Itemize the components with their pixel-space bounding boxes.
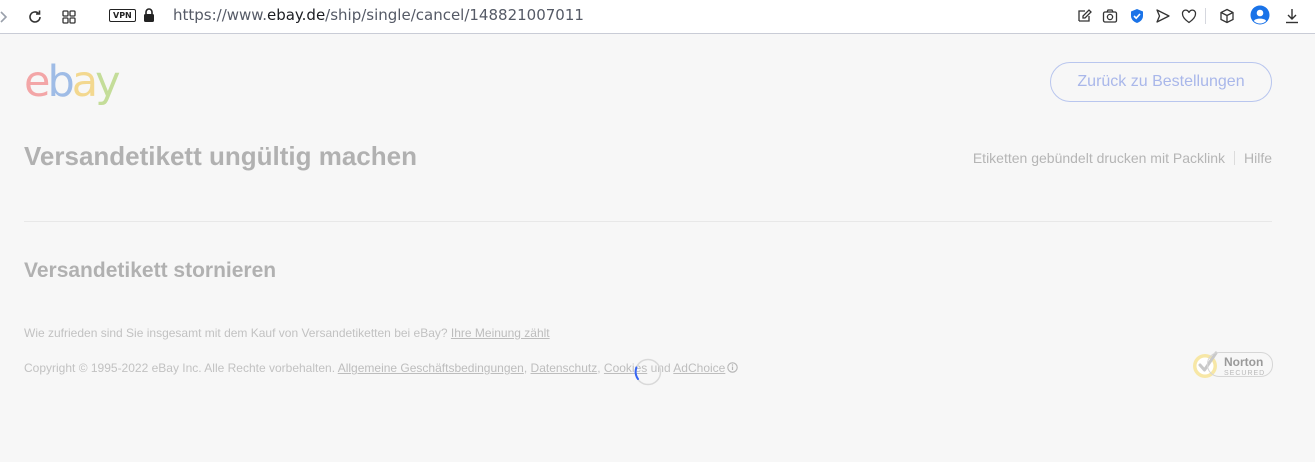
info-icon[interactable] <box>727 362 739 376</box>
camera-icon[interactable] <box>1101 7 1119 25</box>
copyright-line: Copyright © 1995-2022 eBay Inc. Alle Rec… <box>24 361 739 376</box>
send-icon[interactable] <box>1154 7 1172 25</box>
reload-icon[interactable] <box>25 7 45 27</box>
shield-check-icon[interactable] <box>1128 7 1146 25</box>
packlink-link[interactable]: Etiketten gebündelt drucken mit Packlink <box>973 150 1225 166</box>
page-title: Versandetikett ungültig machen <box>24 141 417 171</box>
url-prefix: https://www. <box>173 6 267 24</box>
help-link[interactable]: Hilfe <box>1244 150 1272 166</box>
vpn-badge[interactable]: VPN <box>109 9 136 22</box>
toolbar-divider <box>1205 8 1206 24</box>
ebay-logo[interactable]: ebay <box>24 57 121 107</box>
cube-icon[interactable] <box>1218 7 1236 25</box>
terms-link[interactable]: Allgemeine Geschäftsbedingungen <box>338 361 524 375</box>
logo-letter-b: b <box>47 57 74 107</box>
section-divider <box>24 221 1272 222</box>
survey-line: Wie zufrieden sind Sie insgesamt mit dem… <box>24 326 550 340</box>
survey-text: Wie zufrieden sind Sie insgesamt mit dem… <box>24 326 451 340</box>
section-title: Versandetikett stornieren <box>24 259 277 282</box>
copyright-text: Copyright © 1995-2022 eBay Inc. Alle Rec… <box>24 361 338 375</box>
link-divider <box>1233 151 1235 165</box>
edit-icon[interactable] <box>1075 7 1093 25</box>
logo-letter-y: y <box>95 57 121 107</box>
privacy-link[interactable]: Datenschutz <box>531 361 598 375</box>
logo-letter-a: a <box>71 57 98 107</box>
separator: , <box>523 361 531 375</box>
browser-toolbar: VPN https://www.ebay.de/ship/single/canc… <box>0 0 1315 34</box>
top-links: Etiketten gebündelt drucken mit Packlink… <box>973 150 1272 166</box>
url-path: /ship/single/cancel/148821007011 <box>325 6 584 24</box>
separator: , <box>597 361 604 375</box>
apps-grid-icon[interactable] <box>59 7 79 27</box>
page-content: ebay Zurück zu Bestellungen Versandetike… <box>0 35 1315 462</box>
download-icon[interactable] <box>1283 7 1301 25</box>
loading-spinner <box>634 358 662 391</box>
lock-icon[interactable] <box>143 8 155 28</box>
logo-letter-e: e <box>24 57 51 107</box>
address-bar[interactable]: https://www.ebay.de/ship/single/cancel/1… <box>173 6 584 24</box>
back-to-orders-button[interactable]: Zurück zu Bestellungen <box>1050 62 1272 102</box>
forward-icon[interactable] <box>0 7 14 27</box>
norton-badge[interactable]: Norton SECURED <box>1191 349 1273 386</box>
heart-icon[interactable] <box>1180 7 1198 25</box>
profile-icon[interactable] <box>1250 5 1270 25</box>
url-host: ebay.de <box>266 6 326 24</box>
norton-badge-frame <box>1207 352 1273 377</box>
survey-link[interactable]: Ihre Meinung zählt <box>451 326 550 340</box>
adchoice-link[interactable]: AdChoice <box>673 361 725 375</box>
